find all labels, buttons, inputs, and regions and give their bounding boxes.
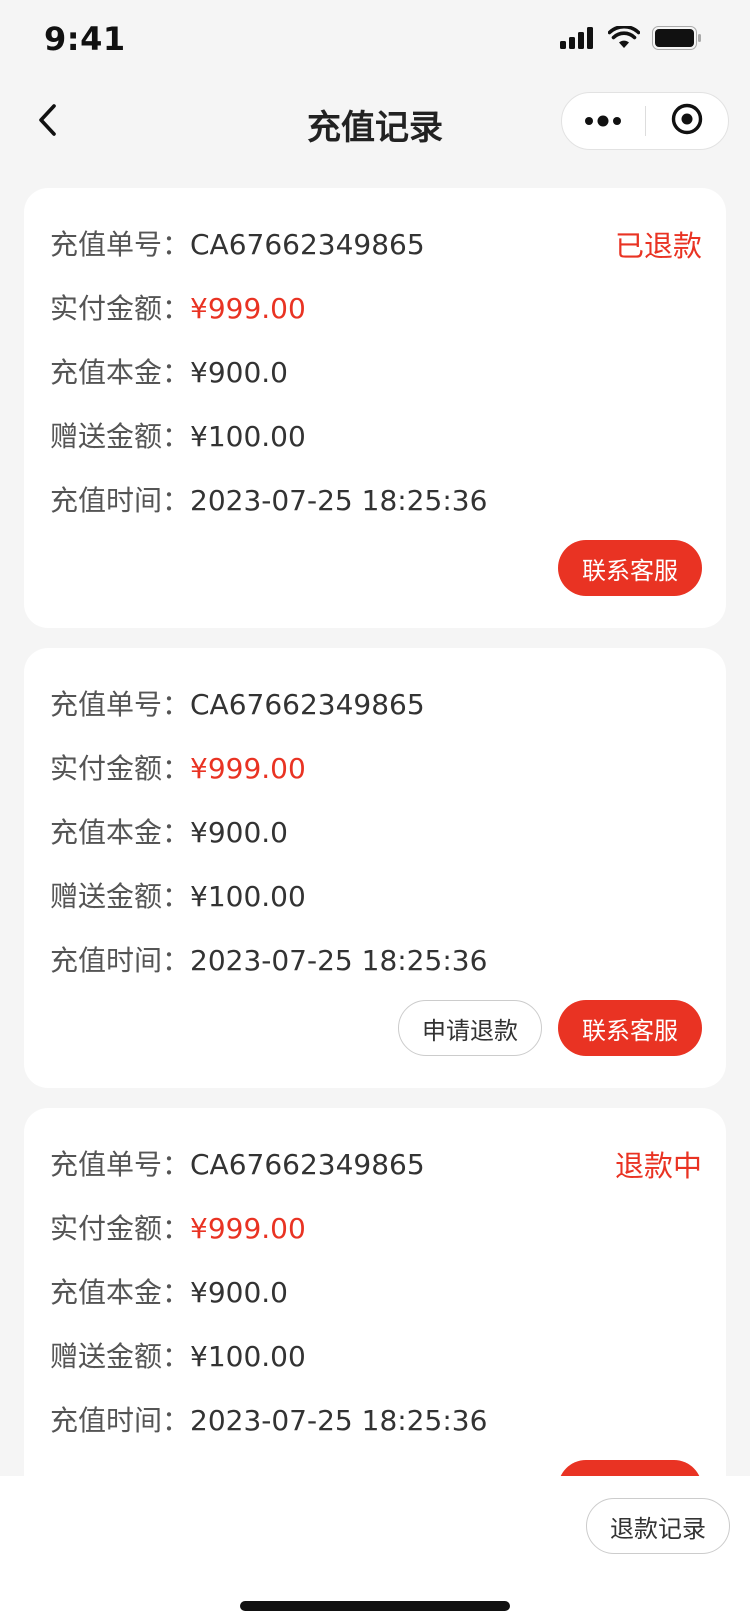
contact-service-button[interactable]: 联系客服 xyxy=(558,1000,702,1056)
paid-value: ¥999.00 xyxy=(190,292,306,325)
status-time: 9:41 xyxy=(44,20,126,58)
paid-label: 实付金额： xyxy=(50,1212,191,1245)
contact-service-button[interactable]: 联系客服 xyxy=(558,540,702,596)
bonus-label: 赠送金额： xyxy=(50,420,191,453)
time-label: 充值时间： xyxy=(50,944,191,977)
recharge-record-card: 充值单号：CA67662349865 实付金额：¥999.00 充值本金：¥90… xyxy=(24,648,726,1088)
order-no-row: 充值单号：CA67662349865 xyxy=(50,1143,425,1183)
principal-value: ¥900.0 xyxy=(190,356,288,389)
principal-value: ¥900.0 xyxy=(190,1276,288,1309)
paid-row: 实付金额：¥999.00 xyxy=(50,287,306,327)
paid-row: 实付金额：¥999.00 xyxy=(50,1207,306,1247)
principal-row: 充值本金：¥900.0 xyxy=(50,811,288,851)
wifi-icon xyxy=(607,24,641,54)
nav-bar: 充值记录 xyxy=(0,80,750,166)
principal-label: 充值本金： xyxy=(50,1276,191,1309)
principal-row: 充值本金：¥900.0 xyxy=(50,351,288,391)
order-no-label: 充值单号： xyxy=(50,688,191,721)
order-no-value: CA67662349865 xyxy=(190,1148,425,1181)
principal-label: 充值本金： xyxy=(50,356,191,389)
order-no-row: 充值单号：CA67662349865 xyxy=(50,683,425,723)
time-value: 2023-07-25 18:25:36 xyxy=(190,944,488,977)
paid-row: 实付金额：¥999.00 xyxy=(50,747,306,787)
principal-row: 充值本金：¥900.0 xyxy=(50,1271,288,1311)
order-no-label: 充值单号： xyxy=(50,1148,191,1181)
time-label: 充值时间： xyxy=(50,484,191,517)
more-dots-icon xyxy=(583,112,623,131)
target-circle-icon xyxy=(670,102,704,140)
close-mini-program-button[interactable] xyxy=(646,93,729,149)
order-no-label: 充值单号： xyxy=(50,228,191,261)
bottom-bar: 退款记录 xyxy=(0,1476,750,1624)
bonus-row: 赠送金额：¥100.00 xyxy=(50,875,306,915)
bonus-label: 赠送金额： xyxy=(50,1340,191,1373)
paid-value: ¥999.00 xyxy=(190,1212,306,1245)
order-no-value: CA67662349865 xyxy=(190,688,425,721)
bonus-row: 赠送金额：¥100.00 xyxy=(50,415,306,455)
time-row: 充值时间：2023-07-25 18:25:36 xyxy=(50,939,487,979)
paid-label: 实付金额： xyxy=(50,292,191,325)
paid-label: 实付金额： xyxy=(50,752,191,785)
time-value: 2023-07-25 18:25:36 xyxy=(190,1404,488,1437)
paid-value: ¥999.00 xyxy=(190,752,306,785)
status-bar: 9:41 xyxy=(0,0,750,80)
order-no-value: CA67662349865 xyxy=(190,228,425,261)
bonus-value: ¥100.00 xyxy=(190,880,306,913)
status-badge: 退款中 xyxy=(614,1149,702,1183)
principal-label: 充值本金： xyxy=(50,816,191,849)
home-indicator xyxy=(240,1601,510,1611)
mini-program-capsule xyxy=(561,92,729,150)
refund-records-button[interactable]: 退款记录 xyxy=(586,1498,730,1554)
cellular-signal-icon xyxy=(560,27,596,53)
time-row: 充值时间：2023-07-25 18:25:36 xyxy=(50,479,487,519)
time-label: 充值时间： xyxy=(50,1404,191,1437)
time-row: 充值时间：2023-07-25 18:25:36 xyxy=(50,1399,487,1439)
time-value: 2023-07-25 18:25:36 xyxy=(190,484,488,517)
order-no-row: 充值单号：CA67662349865 xyxy=(50,223,425,263)
bonus-row: 赠送金额：¥100.00 xyxy=(50,1335,306,1375)
apply-refund-button[interactable]: 申请退款 xyxy=(398,1000,542,1056)
battery-icon xyxy=(652,26,702,54)
bonus-value: ¥100.00 xyxy=(190,420,306,453)
principal-value: ¥900.0 xyxy=(190,816,288,849)
recharge-record-card: 充值单号：CA67662349865 已退款 实付金额：¥999.00 充值本金… xyxy=(24,188,726,628)
status-badge: 已退款 xyxy=(614,229,702,263)
bonus-value: ¥100.00 xyxy=(190,1340,306,1373)
more-button[interactable] xyxy=(562,93,645,149)
status-icons xyxy=(560,24,702,54)
bonus-label: 赠送金额： xyxy=(50,880,191,913)
